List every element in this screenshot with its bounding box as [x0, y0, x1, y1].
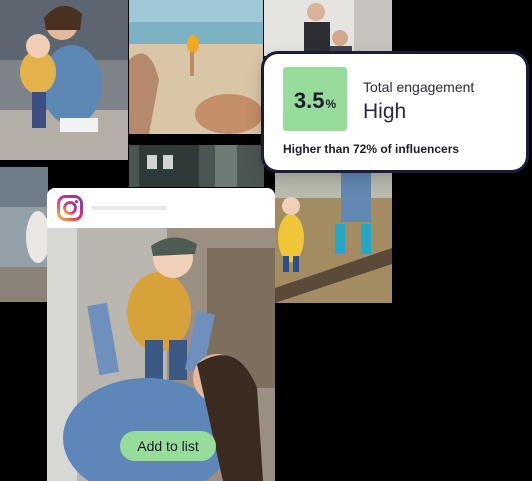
add-to-list-button[interactable]: Add to list: [120, 431, 216, 461]
engagement-comparison: Higher than 72% of influencers: [283, 142, 460, 156]
instagram-post-card[interactable]: Add to list: [47, 188, 275, 481]
photo-tile-mother-child: [0, 0, 128, 160]
photo-tile-cafe: [129, 145, 264, 187]
engagement-label: Total engagement: [363, 79, 475, 95]
engagement-score-box: 3.5 %: [283, 67, 347, 131]
engagement-card: 3.5 % Total engagement High Higher than …: [264, 54, 526, 170]
post-header: [47, 188, 275, 228]
photo-tile-kid-on-log: [275, 168, 392, 303]
photo-tile-left-partial: [0, 167, 48, 302]
engagement-score-unit: %: [325, 97, 337, 111]
engagement-level: High: [363, 100, 407, 123]
photo-tile-beach: [129, 0, 263, 134]
username-placeholder-bar: [91, 206, 167, 210]
engagement-score: 3.5: [293, 88, 325, 113]
instagram-icon: [57, 195, 83, 221]
photo-tile-family-street: [264, 0, 392, 56]
